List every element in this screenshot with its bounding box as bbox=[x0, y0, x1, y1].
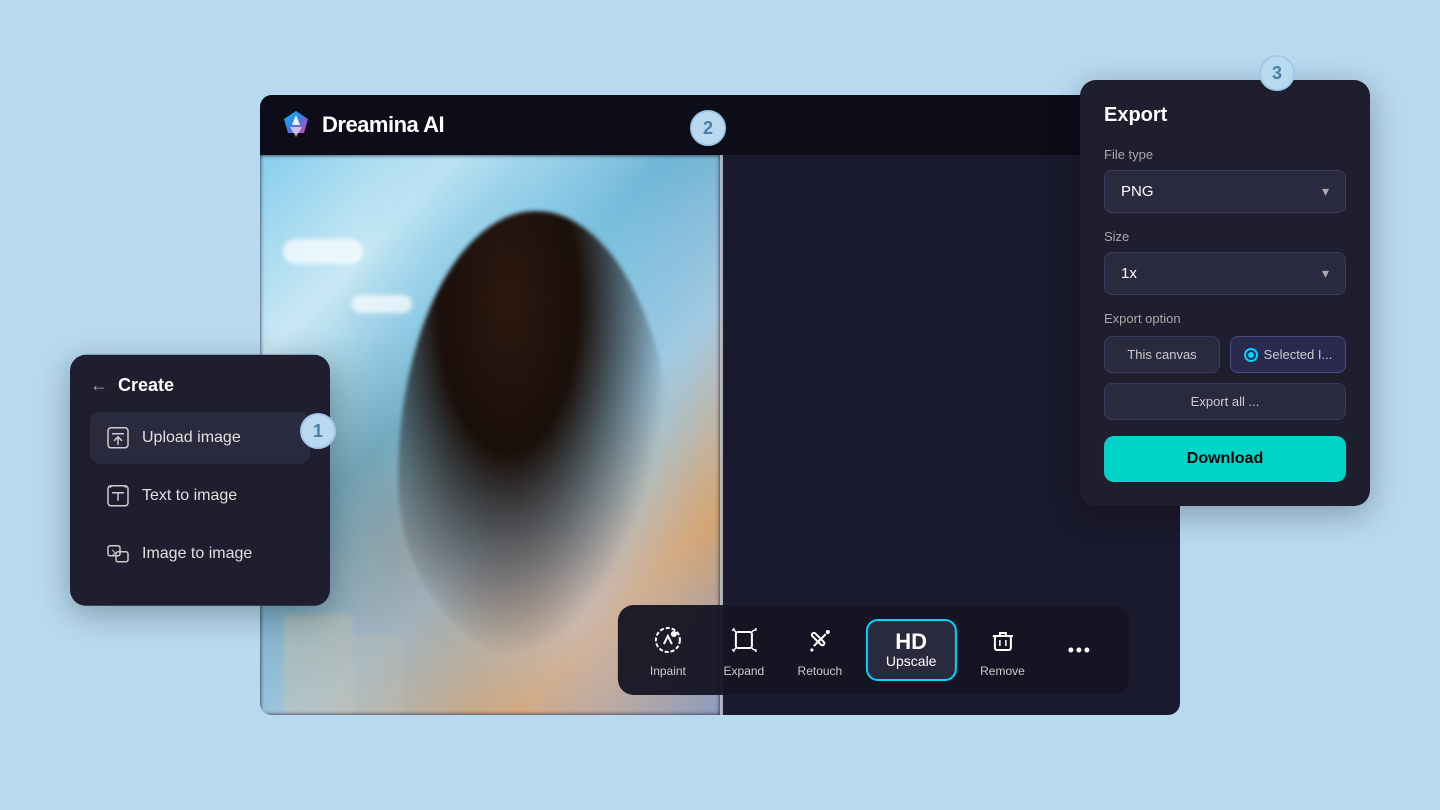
text-to-image-item[interactable]: Text to image bbox=[90, 470, 310, 522]
file-type-label: File type bbox=[1104, 147, 1346, 162]
selected-label: Selected I... bbox=[1264, 347, 1333, 362]
expand-button[interactable]: Expand bbox=[714, 622, 774, 678]
image-to-image-item[interactable]: Image to image bbox=[90, 528, 310, 580]
retouch-button[interactable]: Retouch bbox=[790, 622, 850, 678]
cloud-1 bbox=[283, 239, 363, 264]
canvas-area: Inpaint Expand bbox=[260, 155, 1180, 715]
building-left-2 bbox=[352, 635, 402, 715]
remove-label: Remove bbox=[980, 664, 1025, 678]
export-all-button[interactable]: Export all ... bbox=[1104, 383, 1346, 420]
image-to-image-icon bbox=[106, 542, 130, 566]
export-all-label: Export all ... bbox=[1191, 394, 1260, 409]
export-title: Export bbox=[1104, 104, 1346, 127]
upload-image-label: Upload image bbox=[142, 429, 241, 447]
app-window: Dreamina AI bbox=[260, 95, 1180, 715]
selected-radio bbox=[1244, 348, 1258, 362]
upscale-text: Upscale bbox=[886, 653, 937, 669]
remove-button[interactable]: Remove bbox=[972, 622, 1032, 678]
export-options-row: This canvas Selected I... bbox=[1104, 336, 1346, 373]
upload-image-item[interactable]: Upload image bbox=[90, 412, 310, 464]
bottom-toolbar: Inpaint Expand bbox=[618, 605, 1129, 695]
silhouette bbox=[398, 211, 674, 659]
file-type-arrow: ▾ bbox=[1322, 183, 1329, 200]
step-badge-3: 3 bbox=[1259, 55, 1295, 91]
expand-icon bbox=[726, 622, 762, 658]
retouch-icon bbox=[802, 622, 838, 658]
size-label: Size bbox=[1104, 229, 1346, 244]
export-option-label: Export option bbox=[1104, 311, 1346, 326]
step-badge-2: 2 bbox=[690, 110, 726, 146]
hd-text: HD bbox=[895, 631, 927, 653]
more-button[interactable] bbox=[1048, 632, 1108, 668]
logo-container: Dreamina AI bbox=[280, 109, 444, 141]
inpaint-button[interactable]: Inpaint bbox=[638, 622, 698, 678]
text-to-image-icon bbox=[106, 484, 130, 508]
download-label: Download bbox=[1187, 450, 1263, 467]
size-arrow: ▾ bbox=[1322, 265, 1329, 282]
create-panel-header: ← Create bbox=[90, 375, 310, 396]
more-icon bbox=[1060, 632, 1096, 668]
remove-icon bbox=[984, 622, 1020, 658]
download-button[interactable]: Download bbox=[1104, 436, 1346, 482]
building-left-1 bbox=[283, 615, 353, 715]
create-panel: ← Create Upload image bbox=[70, 355, 330, 606]
back-icon[interactable]: ← bbox=[90, 375, 108, 396]
create-panel-title: Create bbox=[118, 375, 174, 396]
size-value: 1x bbox=[1121, 265, 1137, 282]
inpaint-label: Inpaint bbox=[650, 664, 686, 678]
retouch-label: Retouch bbox=[798, 664, 843, 678]
app-name: Dreamina AI bbox=[322, 112, 444, 138]
file-type-select[interactable]: PNG ▾ bbox=[1104, 170, 1346, 213]
file-type-value: PNG bbox=[1121, 183, 1154, 200]
size-select[interactable]: 1x ▾ bbox=[1104, 252, 1346, 295]
export-panel: Export File type PNG ▾ Size 1x ▾ Export … bbox=[1080, 80, 1370, 506]
expand-label: Expand bbox=[724, 664, 765, 678]
dreamina-logo-icon bbox=[280, 109, 312, 141]
hd-upscale-button[interactable]: HD Upscale bbox=[866, 619, 957, 681]
main-container: 1 2 3 bbox=[30, 25, 1410, 785]
step-badge-1: 1 bbox=[300, 413, 336, 449]
upload-image-icon bbox=[106, 426, 130, 450]
inpaint-icon bbox=[650, 622, 686, 658]
this-canvas-label: This canvas bbox=[1127, 347, 1196, 362]
image-to-image-label: Image to image bbox=[142, 545, 252, 563]
selected-option[interactable]: Selected I... bbox=[1230, 336, 1346, 373]
cloud-2 bbox=[352, 295, 412, 313]
text-to-image-label: Text to image bbox=[142, 487, 237, 505]
this-canvas-option[interactable]: This canvas bbox=[1104, 336, 1220, 373]
